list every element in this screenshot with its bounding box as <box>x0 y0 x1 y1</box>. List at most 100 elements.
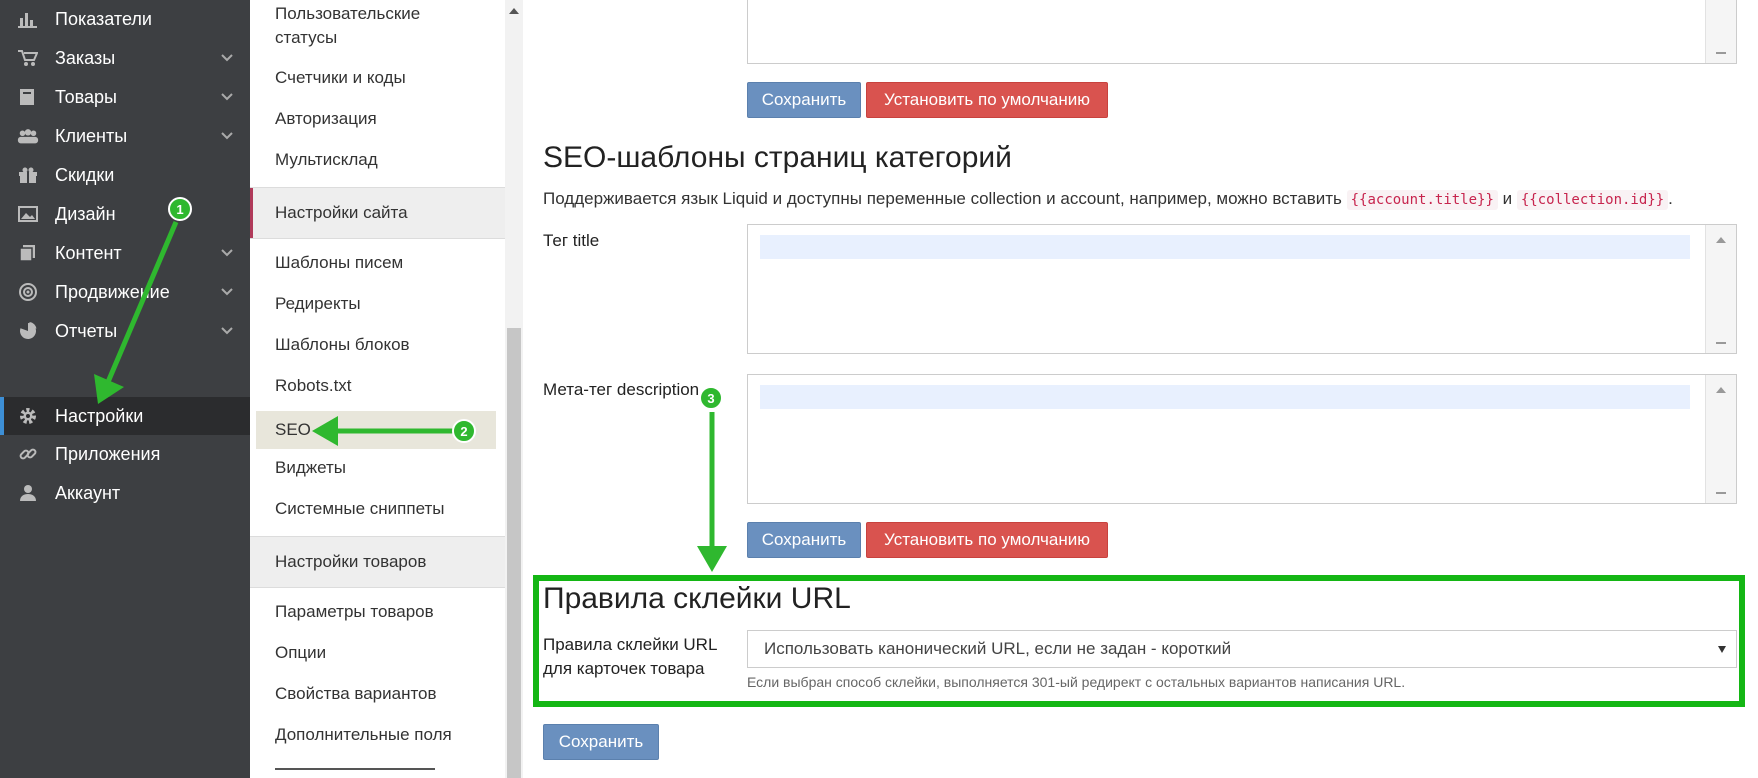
sidebar-item-label: Скидки <box>55 164 115 185</box>
sidebar-item-label: Показатели <box>55 8 152 29</box>
sidebar-item-dashboard[interactable]: Показатели <box>0 1 250 37</box>
meta-description-textarea[interactable] <box>747 374 1737 504</box>
submenu-item-variant-props[interactable]: Свойства вариантов <box>275 682 437 706</box>
desc-text: . <box>1668 189 1673 208</box>
textarea-scrollbar[interactable] <box>1705 225 1736 353</box>
sidebar-item-design[interactable]: Дизайн <box>0 196 250 232</box>
liquid-var-collection-id: {{collection.id}} <box>1516 190 1669 210</box>
sidebar-item-label: Отчеты <box>55 320 118 341</box>
gear-icon <box>17 405 39 427</box>
scroll-up-arrow-icon[interactable] <box>1716 387 1726 393</box>
sidebar-item-clients[interactable]: Клиенты <box>0 118 250 154</box>
submenu-item-options[interactable]: Опции <box>275 641 326 665</box>
annotation-badge-3: 3 <box>699 386 723 410</box>
previous-textarea[interactable] <box>747 0 1737 64</box>
scroll-down-mark <box>1716 342 1726 344</box>
sidebar-item-reports[interactable]: Отчеты <box>0 313 250 349</box>
sidebar-item-label: Контент <box>55 242 122 263</box>
submenu-scrollbar[interactable] <box>505 0 523 778</box>
annotation-badge-2: 2 <box>452 419 476 443</box>
scroll-down-mark <box>1716 492 1726 494</box>
submenu-item-custom-statuses[interactable]: Пользовательские статусы <box>275 2 420 50</box>
sidebar-item-products[interactable]: Товары <box>0 79 250 115</box>
sidebar-item-label: Заказы <box>55 47 116 68</box>
pie-icon <box>17 320 39 342</box>
submenu-header-label: Настройки сайта <box>275 203 408 222</box>
chart-icon <box>17 8 39 30</box>
cart-icon <box>17 47 39 69</box>
sidebar-item-label: Продвижение <box>55 281 170 302</box>
submenu-header-label: Настройки товаров <box>275 552 427 571</box>
submenu-header-site-settings[interactable]: Настройки сайта <box>250 187 505 239</box>
book-icon <box>17 86 39 108</box>
sidebar-item-label: Настройки <box>55 405 144 426</box>
copy-icon <box>17 242 39 264</box>
submenu-item-label: Пользовательские <box>275 4 421 23</box>
submenu-item-counters[interactable]: Счетчики и коды <box>275 66 406 90</box>
annotation-badge-1: 1 <box>168 197 192 221</box>
submenu-item-cut-off[interactable] <box>275 764 475 778</box>
seo-section-description: Поддерживается язык Liquid и доступны пе… <box>543 189 1673 210</box>
reset-default-button-top[interactable]: Установить по умолчанию <box>866 82 1108 118</box>
seo-section-title: SEO-шаблоны страниц категорий <box>543 141 1012 174</box>
sidebar-item-label: Товары <box>55 86 117 107</box>
sidebar-item-orders[interactable]: Заказы <box>0 40 250 76</box>
save-button-url[interactable]: Сохранить <box>543 724 659 760</box>
settings-submenu: Пользовательские статусы Счетчики и коды… <box>250 0 506 778</box>
chevron-down-icon <box>221 93 233 101</box>
sidebar-item-promotion[interactable]: Продвижение <box>0 274 250 310</box>
sidebar-item-content[interactable]: Контент <box>0 235 250 271</box>
submenu-header-product-settings[interactable]: Настройки товаров <box>250 536 505 588</box>
scroll-up-arrow-icon[interactable] <box>1716 237 1726 243</box>
liquid-var-account-title: {{account.title}} <box>1346 190 1498 210</box>
users-icon <box>17 125 39 147</box>
autofill-highlight <box>760 235 1690 259</box>
submenu-item-label: статусы <box>275 28 338 47</box>
sidebar-item-label: Приложения <box>55 443 161 464</box>
sidebar-item-label: Аккаунт <box>55 482 121 503</box>
sidebar-item-discounts[interactable]: Скидки <box>0 157 250 193</box>
save-button-seo[interactable]: Сохранить <box>747 522 861 558</box>
submenu-item-label: SEO <box>275 420 311 439</box>
chevron-down-icon <box>221 54 233 62</box>
main-sidebar: Показатели Заказы Товары Клиенты Скидки … <box>0 0 250 778</box>
submenu-item-system-snippets[interactable]: Системные сниппеты <box>275 497 445 521</box>
textarea-scrollbar[interactable] <box>1705 0 1736 63</box>
desc-text: и <box>1497 189 1517 208</box>
chevron-down-icon <box>221 132 233 140</box>
highlight-box <box>533 575 1745 707</box>
submenu-item-multistock[interactable]: Мультисклад <box>275 148 378 172</box>
link-icon <box>17 443 39 465</box>
submenu-item-widgets[interactable]: Виджеты <box>275 456 346 480</box>
chevron-down-icon <box>221 327 233 335</box>
user-icon <box>17 482 39 504</box>
sidebar-item-apps[interactable]: Приложения <box>0 436 250 472</box>
scroll-up-arrow-icon[interactable] <box>509 8 519 14</box>
scrollbar-thumb[interactable] <box>507 328 521 778</box>
sidebar-item-settings[interactable]: Настройки <box>0 397 250 435</box>
submenu-item-redirects[interactable]: Редиректы <box>275 292 361 316</box>
target-icon <box>17 281 39 303</box>
submenu-item-robots[interactable]: Robots.txt <box>275 374 352 398</box>
save-button-top[interactable]: Сохранить <box>747 82 861 118</box>
textarea-scrollbar[interactable] <box>1705 375 1736 503</box>
meta-description-label: Мета-тег description <box>543 380 700 399</box>
sidebar-item-label: Дизайн <box>55 203 116 224</box>
title-tag-label: Тег title <box>543 231 600 250</box>
image-icon <box>17 203 39 225</box>
submenu-item-extra-fields[interactable]: Дополнительные поля <box>275 723 452 747</box>
submenu-item-auth[interactable]: Авторизация <box>275 107 377 131</box>
reset-default-button-seo[interactable]: Установить по умолчанию <box>866 522 1108 558</box>
desc-text: Поддерживается язык Liquid и доступны пе… <box>543 189 1347 208</box>
title-tag-textarea[interactable] <box>747 224 1737 354</box>
chevron-down-icon <box>221 288 233 296</box>
submenu-item-product-params[interactable]: Параметры товаров <box>275 600 434 624</box>
sidebar-item-account[interactable]: Аккаунт <box>0 475 250 511</box>
scroll-down-mark <box>1716 52 1726 54</box>
submenu-item-block-templates[interactable]: Шаблоны блоков <box>275 333 410 357</box>
gift-icon <box>17 164 39 186</box>
submenu-item-email-templates[interactable]: Шаблоны писем <box>275 251 403 275</box>
autofill-highlight <box>760 385 1690 409</box>
sidebar-item-label: Клиенты <box>55 125 128 146</box>
chevron-down-icon <box>221 249 233 257</box>
